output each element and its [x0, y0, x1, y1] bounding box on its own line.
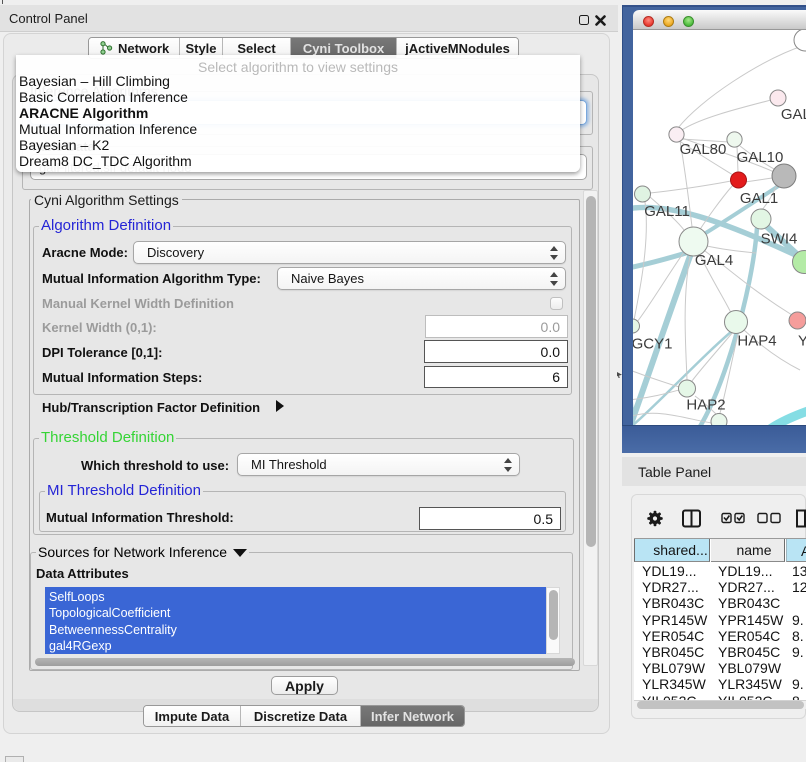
svg-text:GAL8: GAL8 — [781, 106, 806, 123]
svg-text:GAL4: GAL4 — [695, 252, 733, 269]
svg-text:HAP4: HAP4 — [737, 333, 776, 350]
svg-text:SWI4: SWI4 — [761, 231, 798, 248]
svg-text:GAL11: GAL11 — [644, 203, 690, 220]
svg-text:GAL80: GAL80 — [680, 141, 727, 158]
svg-text:GAL10: GAL10 — [737, 149, 784, 166]
svg-text:HAP2: HAP2 — [686, 397, 725, 414]
svg-text:Y: Y — [798, 333, 806, 350]
svg-text:GAL1: GAL1 — [740, 190, 778, 207]
svg-text:GCY1: GCY1 — [633, 336, 672, 353]
